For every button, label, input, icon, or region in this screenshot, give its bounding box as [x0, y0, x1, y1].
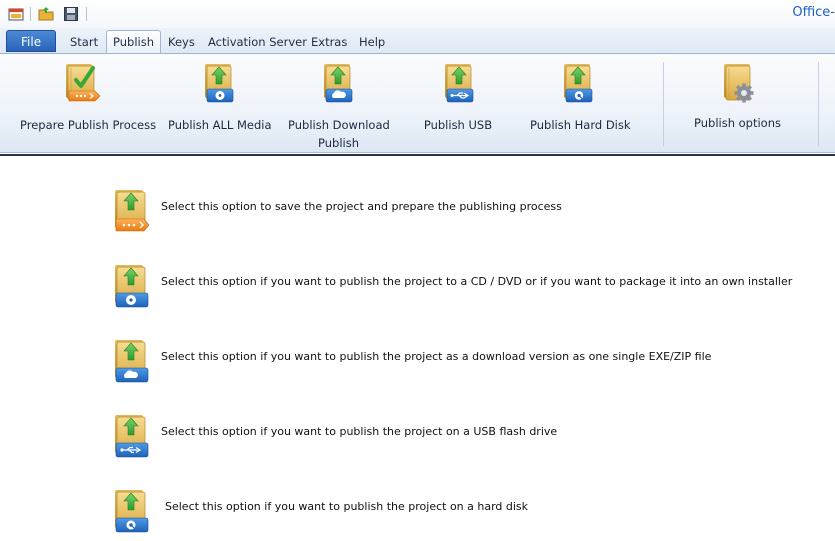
window-icon[interactable]: [8, 6, 24, 22]
tab-file[interactable]: File: [6, 30, 57, 52]
publish-hard-disk-button[interactable]: Publish Hard Disk: [530, 62, 631, 132]
prepare-publish-icon: [115, 190, 150, 232]
publish-download-label: Publish Download: [288, 118, 390, 132]
publish-cd-icon: [115, 265, 149, 308]
quick-access-separator: [30, 7, 31, 21]
option-publish-cd[interactable]: Select this option if you want to publis…: [112, 261, 792, 309]
publish-usb-icon: [115, 415, 149, 458]
publish-usb-label: Publish USB: [423, 118, 493, 132]
ribbon-tab-bar: File Start Publish Keys Activation Serve…: [0, 28, 835, 54]
publish-usb-icon: [445, 64, 474, 103]
tab-activation-server[interactable]: Activation Server: [202, 31, 313, 53]
ribbon-group-separator: [818, 62, 819, 146]
option-description: Select this option if you want to publis…: [165, 500, 529, 513]
tab-publish[interactable]: Publish: [106, 30, 161, 54]
prepare-publish-process-button[interactable]: Prepare Publish Process: [20, 62, 157, 132]
publish-all-media-button[interactable]: Publish ALL Media: [168, 62, 272, 132]
option-publish-hard-disk[interactable]: Select this option if you want to publis…: [112, 486, 532, 534]
publish-all-media-label: Publish ALL Media: [168, 118, 272, 132]
option-publish-download[interactable]: Select this option if you want to publis…: [112, 336, 711, 384]
app-window: Office- File Start Publish Keys Activati…: [0, 0, 835, 541]
publish-options-label: Publish options: [694, 116, 782, 130]
ribbon-group-separator: [663, 62, 664, 146]
tab-extras[interactable]: Extras: [305, 31, 353, 53]
prepare-publish-icon: [66, 64, 101, 102]
option-description: Select this option to save the project a…: [161, 200, 562, 213]
quick-access-separator: [86, 7, 87, 21]
publish-download-icon: [115, 340, 149, 383]
prepare-publish-process-label: Prepare Publish Process: [20, 118, 157, 132]
ribbon-group-label: Publish: [318, 136, 359, 150]
option-prepare-publish[interactable]: Select this option to save the project a…: [112, 186, 562, 234]
publish-hard-disk-icon: [564, 64, 593, 103]
tab-start[interactable]: Start: [64, 31, 104, 53]
publish-download-button[interactable]: Publish Download: [288, 62, 390, 132]
ribbon-panel: Prepare Publish Process Publish ALL Medi…: [0, 53, 835, 153]
save-icon[interactable]: [63, 6, 79, 22]
publish-download-icon: [324, 64, 353, 103]
publish-options-list: Select this option to save the project a…: [0, 156, 835, 541]
publish-cd-icon: [205, 64, 234, 103]
publish-hard-disk-label: Publish Hard Disk: [530, 118, 631, 132]
tab-help[interactable]: Help: [353, 31, 391, 53]
app-title: Office-: [792, 5, 835, 20]
option-description: Select this option if you want to publis…: [161, 425, 558, 438]
publish-options-icon: [724, 64, 754, 103]
tab-keys[interactable]: Keys: [162, 31, 201, 53]
option-publish-usb[interactable]: Select this option if you want to publis…: [112, 411, 557, 459]
option-description: Select this option if you want to publis…: [161, 350, 712, 363]
publish-hard-disk-icon: [115, 490, 149, 533]
option-description: Select this option if you want to publis…: [161, 275, 793, 288]
publish-usb-button[interactable]: Publish USB: [420, 62, 496, 132]
publish-options-button[interactable]: Publish options: [694, 62, 782, 132]
folder-open-icon[interactable]: [38, 6, 54, 22]
title-bar: Office-: [0, 0, 835, 28]
